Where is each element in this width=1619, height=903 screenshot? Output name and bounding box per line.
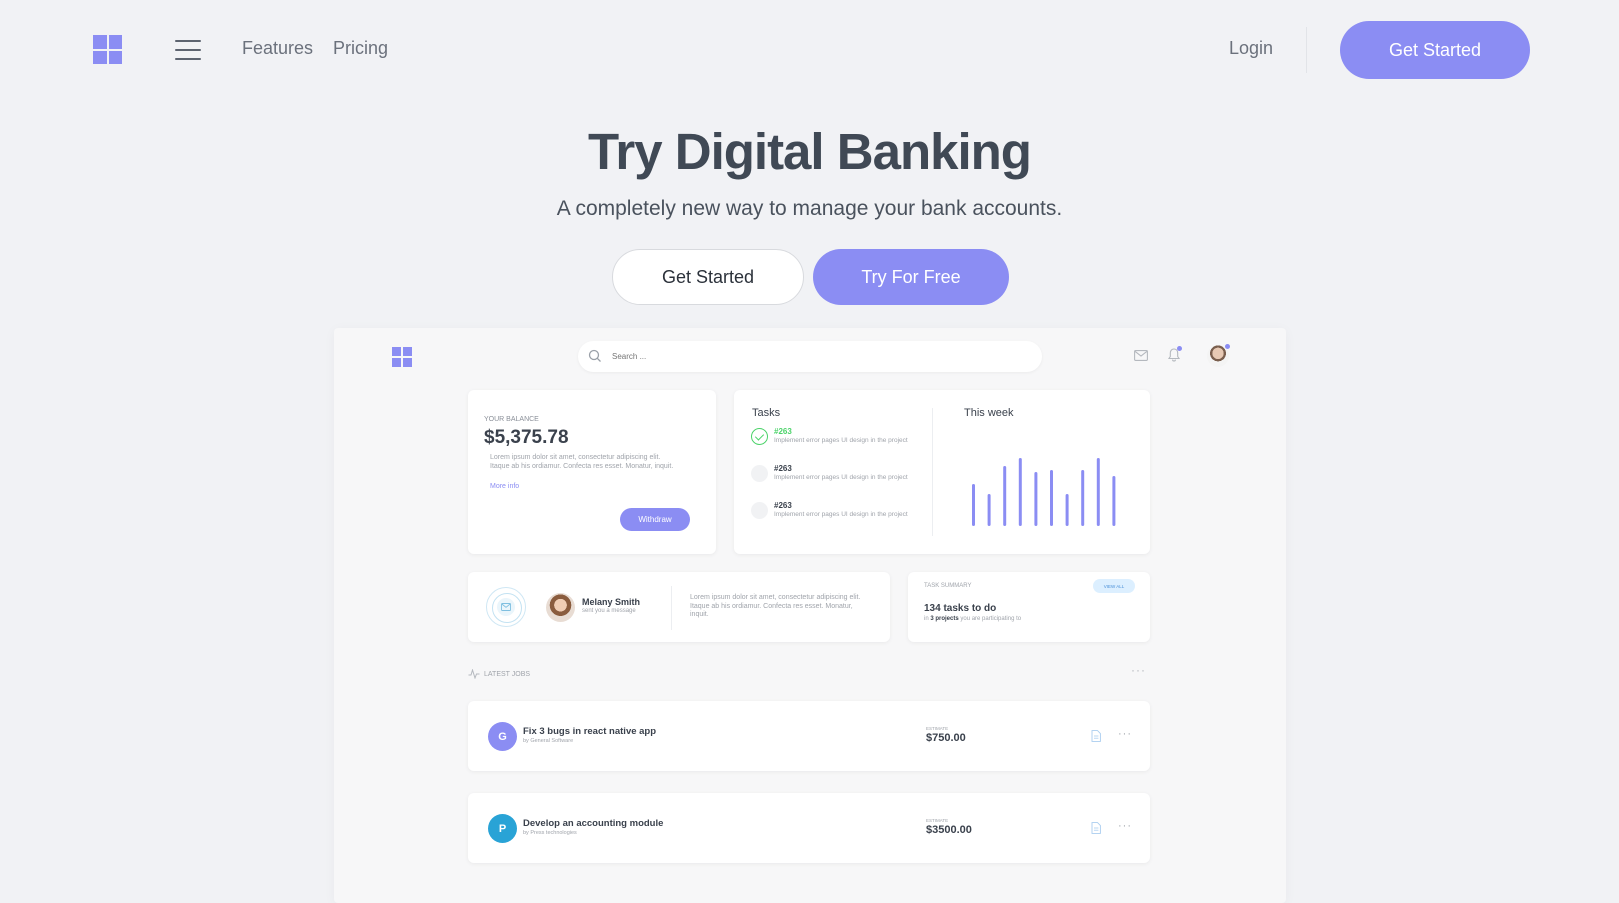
job-company-icon: P bbox=[488, 814, 517, 843]
nav-divider bbox=[1306, 27, 1307, 73]
this-week-title: This week bbox=[964, 407, 1014, 419]
chart-bar bbox=[1003, 466, 1007, 526]
latest-jobs-header: LATEST JOBS bbox=[468, 668, 531, 680]
message-text: Lorem ipsum dolor sit amet, consectetur … bbox=[690, 594, 861, 618]
hero-get-started-button[interactable]: Get Started bbox=[612, 249, 804, 305]
document-icon[interactable] bbox=[1091, 730, 1101, 742]
sender-name: Melany Smith bbox=[582, 597, 641, 607]
hero-subtitle: A completely new way to manage your bank… bbox=[556, 197, 1063, 220]
job-price: $3500.00 bbox=[926, 824, 972, 836]
job-company: by Press technologies bbox=[523, 830, 577, 836]
task-description: Implement error pages UI design in the p… bbox=[774, 511, 908, 518]
task-description: Implement error pages UI design in the p… bbox=[774, 474, 908, 481]
sender-avatar bbox=[546, 593, 575, 622]
hero-try-free-button[interactable]: Try For Free bbox=[813, 249, 1009, 305]
top-navbar: Features Pricing Login Get Started bbox=[0, 0, 1619, 100]
chart-bar bbox=[1081, 470, 1085, 526]
projects-summary: in 3 projects you are participating to bbox=[924, 616, 1021, 622]
mail-icon[interactable] bbox=[1134, 350, 1148, 361]
nav-login-link[interactable]: Login bbox=[1229, 38, 1273, 59]
dashboard-preview: YOUR BALANCE $5,375.78 Lorem ipsum dolor… bbox=[334, 328, 1286, 903]
job-company: by General Software bbox=[523, 738, 574, 744]
dashboard-logo-icon bbox=[392, 347, 412, 367]
message-ring bbox=[486, 587, 526, 627]
balance-card: YOUR BALANCE $5,375.78 Lorem ipsum dolor… bbox=[468, 390, 716, 554]
balance-description: Lorem ipsum dolor sit amet, consectetur … bbox=[490, 454, 674, 470]
estimate-label: ESTIMATE bbox=[926, 818, 949, 823]
weekly-bar-chart bbox=[972, 458, 1116, 526]
task-checkbox[interactable] bbox=[751, 502, 768, 519]
balance-amount: $5,375.78 bbox=[484, 427, 569, 448]
tasks-title: Tasks bbox=[752, 407, 781, 419]
notification-dot bbox=[1177, 346, 1182, 351]
activity-icon bbox=[468, 668, 480, 680]
chart-bar bbox=[1018, 458, 1022, 526]
message-card[interactable]: Melany Smith sent you a message Lorem ip… bbox=[468, 572, 890, 642]
nav-pricing-link[interactable]: Pricing bbox=[333, 38, 388, 59]
task-checkbox[interactable] bbox=[751, 465, 768, 482]
chart-bar bbox=[1065, 494, 1069, 526]
more-info-link[interactable]: More info bbox=[490, 483, 519, 490]
user-avatar[interactable] bbox=[1207, 344, 1230, 367]
estimate-label: ESTIMATE bbox=[926, 726, 949, 731]
job-company-icon: G bbox=[488, 722, 517, 751]
job-more-options-icon[interactable]: ··· bbox=[1118, 820, 1132, 832]
more-options-icon[interactable]: ··· bbox=[1131, 663, 1146, 677]
nav-features-link[interactable]: Features bbox=[242, 38, 313, 59]
latest-jobs-label: LATEST JOBS bbox=[484, 670, 531, 678]
job-title: Develop an accounting module bbox=[523, 818, 664, 829]
sender-action: sent you a message bbox=[582, 608, 636, 614]
job-row[interactable]: P Develop an accounting module by Press … bbox=[468, 793, 1150, 863]
task-number: #263 bbox=[774, 464, 792, 473]
chart-bar bbox=[972, 484, 975, 526]
chart-bar bbox=[1112, 476, 1116, 526]
job-row[interactable]: G Fix 3 bugs in react native app by Gene… bbox=[468, 701, 1150, 771]
hero-title: Try Digital Banking bbox=[588, 123, 1032, 180]
task-description: Implement error pages UI design in the p… bbox=[774, 437, 908, 444]
balance-label: YOUR BALANCE bbox=[484, 416, 539, 423]
mail-icon bbox=[501, 603, 511, 611]
task-summary-card: TASK SUMMARY VIEW ALL 134 tasks to do in… bbox=[908, 572, 1150, 642]
hamburger-menu-icon[interactable] bbox=[175, 40, 201, 60]
projects-count: 3 projects bbox=[930, 616, 959, 622]
view-all-button[interactable]: VIEW ALL bbox=[1093, 579, 1135, 593]
document-icon[interactable] bbox=[1091, 822, 1101, 834]
job-more-options-icon[interactable]: ··· bbox=[1118, 728, 1132, 740]
job-title: Fix 3 bugs in react native app bbox=[523, 726, 657, 737]
job-price: $750.00 bbox=[926, 732, 966, 744]
notifications-bell[interactable] bbox=[1167, 346, 1182, 367]
task-checked-icon[interactable] bbox=[751, 428, 768, 445]
tasks-to-do-count: 134 tasks to do bbox=[924, 603, 997, 614]
tasks-card: Tasks #263 Implement error pages UI desi… bbox=[734, 390, 1150, 554]
nav-get-started-button[interactable]: Get Started bbox=[1340, 21, 1530, 79]
projects-summary-suffix: you are participating to bbox=[960, 616, 1022, 622]
card-divider bbox=[671, 586, 672, 630]
card-divider bbox=[932, 408, 933, 536]
chart-bar bbox=[1050, 470, 1053, 526]
logo-icon[interactable] bbox=[93, 35, 122, 64]
task-number: #263 bbox=[774, 427, 792, 436]
search-icon bbox=[588, 349, 601, 362]
chart-bar bbox=[1034, 472, 1038, 526]
task-summary-label: TASK SUMMARY bbox=[924, 583, 972, 589]
chart-bar bbox=[1096, 458, 1100, 526]
dashboard-search-bar[interactable] bbox=[578, 341, 1042, 372]
status-dot bbox=[1225, 344, 1230, 349]
dashboard-search-input[interactable] bbox=[612, 347, 1012, 365]
task-number: #263 bbox=[774, 501, 792, 510]
projects-summary-prefix: in bbox=[924, 616, 929, 622]
chart-bar bbox=[987, 494, 991, 526]
withdraw-button[interactable]: Withdraw bbox=[620, 508, 690, 531]
